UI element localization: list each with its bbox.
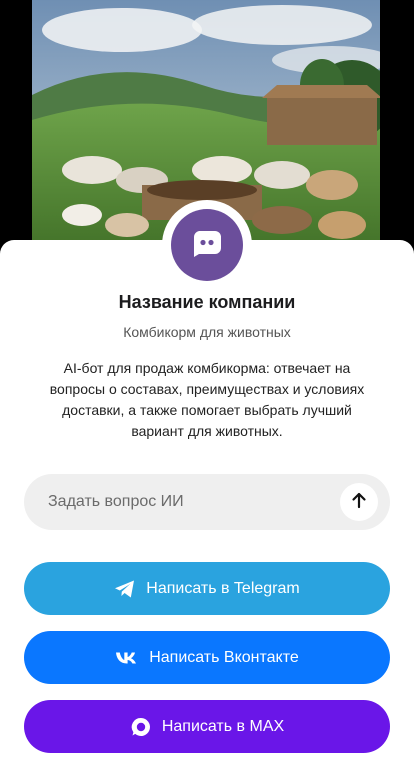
company-name: Название компании xyxy=(118,292,296,312)
max-button[interactable]: Написать в MAX xyxy=(24,700,390,753)
vk-button[interactable]: Написать Вконтакте xyxy=(24,631,390,684)
vk-icon xyxy=(115,651,139,665)
telegram-icon xyxy=(114,579,136,599)
max-button-label: Написать в MAX xyxy=(161,717,285,735)
company-subtitle: Комбикорм для животных xyxy=(123,324,291,340)
avatar xyxy=(162,200,252,290)
chat-bubble-icon xyxy=(190,226,224,265)
ask-ai-input[interactable] xyxy=(48,474,348,530)
ask-ai-field[interactable] xyxy=(24,474,390,530)
vk-button-label: Написать Вконтакте xyxy=(149,648,299,666)
arrow-up-icon xyxy=(351,491,367,514)
send-button[interactable] xyxy=(340,483,378,521)
company-description: AI-бот для продаж комбикорма: отвечает н… xyxy=(49,360,365,439)
max-icon xyxy=(130,716,152,738)
avatar-circle xyxy=(171,209,243,281)
telegram-button[interactable]: Написать в Telegram xyxy=(24,562,390,615)
telegram-button-label: Написать в Telegram xyxy=(146,579,300,597)
